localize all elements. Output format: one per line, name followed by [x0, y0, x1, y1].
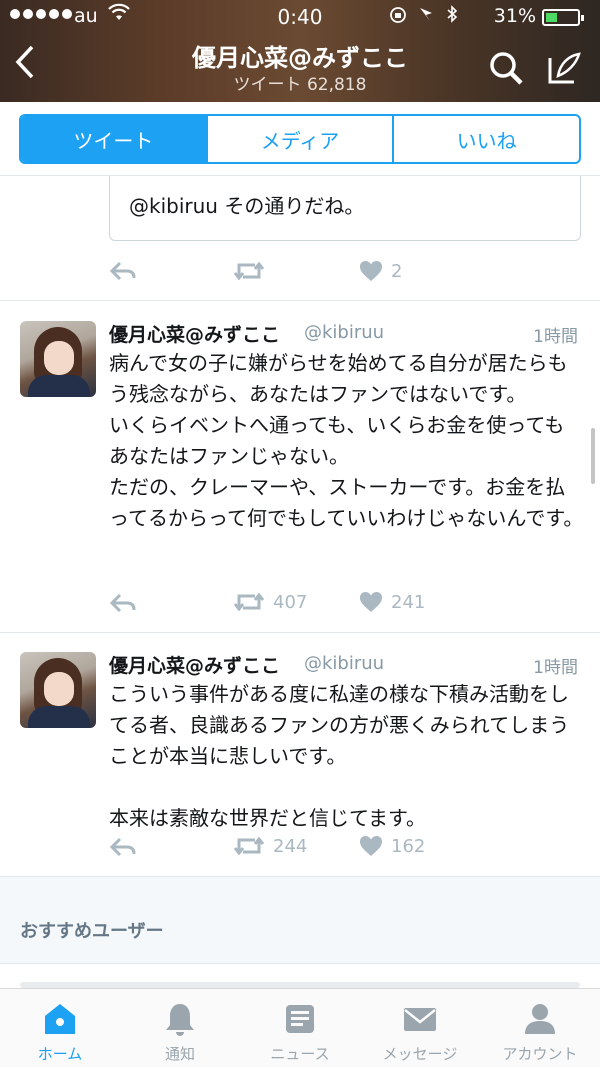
retweet-button[interactable]: 244: [233, 835, 307, 857]
tab-account[interactable]: アカウント: [480, 989, 600, 1068]
compose-icon[interactable]: [546, 50, 582, 86]
like-count: 162: [391, 835, 426, 857]
like-count: 241: [391, 591, 426, 613]
tab-home-label: ホーム: [37, 1045, 83, 1063]
like-button[interactable]: 162: [359, 835, 425, 857]
scrollbar[interactable]: [591, 428, 595, 484]
tab-media[interactable]: メディア: [205, 116, 393, 162]
reply-button[interactable]: [109, 836, 137, 858]
tweet-author-name[interactable]: 優月心菜@みずここ: [109, 320, 280, 347]
divider: [0, 300, 600, 301]
retweet-button[interactable]: 407: [233, 591, 307, 613]
tab-messages-label: メッセージ: [382, 1045, 458, 1063]
bottom-tab-bar: ホーム 通知 ニュース メッセージ アカウント: [0, 988, 600, 1067]
divider: [0, 632, 600, 633]
quoted-tweet-text: @kibiruu その通りだね。: [129, 194, 365, 218]
like-count: 2: [391, 260, 403, 282]
bell-icon: [166, 1004, 194, 1036]
reply-button[interactable]: [109, 260, 137, 282]
tweet-author-handle[interactable]: @kibiruu: [304, 653, 384, 674]
tab-news-label: ニュース: [270, 1045, 330, 1063]
tab-notifications[interactable]: 通知: [120, 989, 240, 1068]
avatar[interactable]: [20, 652, 96, 728]
retweet-count: 244: [273, 835, 308, 857]
battery-percent: 31%: [493, 5, 536, 27]
tab-tweets[interactable]: ツイート: [21, 116, 206, 162]
tweet-time: 1時間: [533, 658, 578, 678]
recommended-users-section: おすすめユーザー: [0, 876, 600, 964]
news-icon: [286, 1005, 314, 1033]
home-icon: [45, 1004, 75, 1034]
tweet-time: 1時間: [533, 327, 578, 347]
tab-news[interactable]: ニュース: [240, 989, 360, 1068]
status-bar: au 0:40 31%: [0, 0, 600, 34]
tab-messages[interactable]: メッセージ: [360, 989, 480, 1068]
like-button[interactable]: 241: [359, 591, 425, 613]
search-icon[interactable]: [488, 50, 524, 86]
tweet-text: 病んで女の子に嫌がらせを始めてる自分が居たらもう残念ながら、あなたはファンではな…: [109, 351, 584, 530]
recommended-user-peek: [0, 964, 600, 988]
avatar[interactable]: [20, 321, 96, 397]
envelope-icon: [404, 1008, 436, 1031]
battery-icon: [542, 9, 584, 26]
retweet-button[interactable]: [233, 260, 265, 282]
tweet-text: こういう事件がある度に私達の様な下積み活動をしてる者、良識あるファンの方が悪くみ…: [109, 682, 570, 830]
reply-button[interactable]: [109, 592, 137, 614]
tab-likes[interactable]: いいね: [392, 116, 579, 162]
tweet-author-handle[interactable]: @kibiruu: [304, 322, 384, 343]
user-icon: [525, 1004, 555, 1034]
retweet-count: 407: [273, 591, 308, 613]
recommended-users-heading: おすすめユーザー: [20, 921, 164, 942]
tab-account-label: アカウント: [502, 1045, 578, 1063]
tab-home[interactable]: ホーム: [0, 989, 120, 1068]
tweet-author-name[interactable]: 優月心菜@みずここ: [109, 651, 280, 678]
quoted-tweet[interactable]: @kibiruu その通りだね。: [109, 176, 581, 241]
like-button[interactable]: 2: [359, 260, 402, 282]
tab-notifications-label: 通知: [164, 1045, 195, 1063]
status-icons: [390, 5, 470, 29]
profile-header: au 0:40 31% 優月心菜@みずここ ツイート 62,818: [0, 0, 600, 102]
profile-tabs: ツイート メディア いいね: [0, 102, 600, 176]
